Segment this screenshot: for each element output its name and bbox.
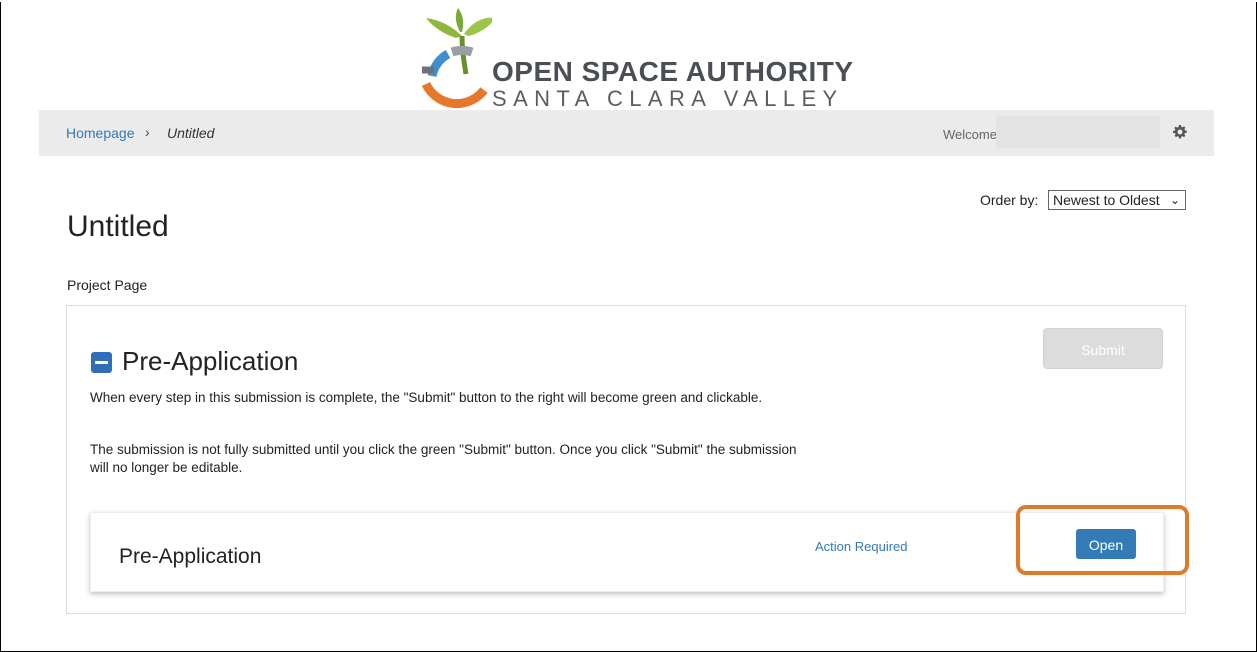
page-subtitle: Project Page xyxy=(67,277,148,293)
order-by-selected-value: Newest to Oldest xyxy=(1053,192,1160,208)
gear-icon[interactable] xyxy=(1173,125,1187,139)
sprout-logo-icon xyxy=(421,8,492,109)
instructions-paragraph-2: The submission is not fully submitted un… xyxy=(90,442,797,475)
open-button[interactable]: Open xyxy=(1076,529,1136,559)
breadcrumb-current: Untitled xyxy=(167,125,215,141)
order-by-select[interactable]: Newest to Oldest ⌄ xyxy=(1048,190,1186,210)
step-card: Pre-Application Action Required Open xyxy=(90,512,1164,592)
organization-logo: OPEN SPACE AUTHORITY SANTA CLARA VALLEY xyxy=(412,6,853,112)
page-title: Untitled xyxy=(67,210,169,243)
minus-square-icon[interactable] xyxy=(91,352,112,373)
step-title: Pre-Application xyxy=(119,545,262,568)
submission-panel: Pre-Application When every step in this … xyxy=(66,305,1186,614)
step-status-link[interactable]: Action Required xyxy=(815,539,908,554)
logo-subtitle: SANTA CLARA VALLEY xyxy=(492,86,844,111)
chevron-down-icon: ⌄ xyxy=(1169,193,1180,207)
section-title: Pre-Application xyxy=(122,346,299,376)
user-name-field xyxy=(996,116,1160,148)
breadcrumb-separator: › xyxy=(145,124,150,140)
top-navbar: Homepage › Untitled Welcome xyxy=(39,110,1214,156)
instructions-paragraph-1: When every step in this submission is co… xyxy=(90,390,763,405)
welcome-label: Welcome xyxy=(943,127,997,142)
order-by-label: Order by: xyxy=(980,192,1039,208)
logo-title: OPEN SPACE AUTHORITY xyxy=(492,56,854,87)
breadcrumb-homepage-link[interactable]: Homepage xyxy=(66,125,135,141)
submit-button[interactable]: Submit xyxy=(1043,328,1163,369)
